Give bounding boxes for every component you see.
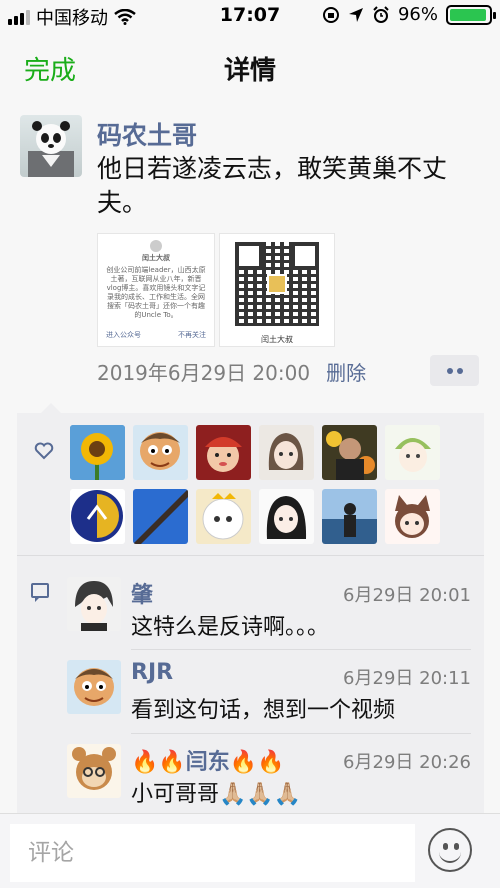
more-actions-button[interactable] xyxy=(430,355,479,386)
profile-card-footer-right: 不再关注 xyxy=(178,331,206,339)
profile-card-desc: 创业公司前端leader，山西太原土著，互联网从业八年，新晋vlog博主。喜欢用… xyxy=(106,266,206,319)
profile-card-footer-left: 进入公众号 xyxy=(106,331,141,339)
comment-input[interactable] xyxy=(10,824,415,882)
comment-time: 6月29日 20:11 xyxy=(343,668,471,689)
alarm-icon xyxy=(373,5,389,23)
comment-text: 这特么是反诗啊。。。 xyxy=(131,615,330,640)
comment-divider xyxy=(131,733,471,734)
qrcode-icon xyxy=(235,242,319,326)
rotation-lock-icon xyxy=(322,6,339,23)
comment-divider xyxy=(131,649,471,650)
like-avatar-seaside-man[interactable] xyxy=(322,489,377,544)
battery-percent: 96% xyxy=(397,4,438,25)
profile-card-footer: 进入公众号 不再关注 xyxy=(106,330,206,340)
battery-fill xyxy=(450,8,487,21)
comment-avatar[interactable] xyxy=(67,744,121,798)
comment-author[interactable]: 🔥🔥闫东🔥🔥 xyxy=(131,744,285,776)
navigation-bar: 完成 详情 xyxy=(0,34,500,100)
like-avatar-cat-girl[interactable] xyxy=(385,489,440,544)
delete-button[interactable]: 删除 xyxy=(326,357,366,386)
comment-author[interactable]: 肇 xyxy=(131,577,153,609)
like-avatar-baby-costume[interactable] xyxy=(196,425,251,480)
status-bar: 中国移动 17:07 96% xyxy=(0,0,500,34)
battery-icon xyxy=(446,4,496,25)
post-meta: 2019年6月29日 20:00 删除 xyxy=(97,357,366,386)
like-avatar-anime-boy[interactable] xyxy=(385,425,440,480)
post-image-qrcode[interactable]: 闰土大叔 xyxy=(219,233,335,347)
comment-time: 6月29日 20:01 xyxy=(343,585,471,606)
status-right: 96% xyxy=(322,4,496,25)
author-name[interactable]: 码农土哥 xyxy=(97,116,197,152)
comment-text: 小可哥哥🙏🏼🙏🏼🙏🏼 xyxy=(131,782,302,807)
like-avatar-anime-girl[interactable] xyxy=(259,489,314,544)
comment-item[interactable]: 肇 6月29日 20:01 这特么是反诗啊。。。 xyxy=(65,577,471,640)
comment-icon xyxy=(31,583,49,602)
emoji-icon[interactable] xyxy=(428,828,472,872)
comment-item[interactable]: 🔥🔥闫东🔥🔥 6月29日 20:26 小可哥哥🙏🏼🙏🏼🙏🏼 xyxy=(65,744,471,807)
heart-icon xyxy=(34,441,54,465)
comment-avatar[interactable] xyxy=(67,577,121,631)
page-title: 详情 xyxy=(223,56,276,86)
location-arrow-icon xyxy=(348,7,363,22)
comment-time: 6月29日 20:26 xyxy=(343,752,471,773)
like-avatar-blue-logo[interactable] xyxy=(70,489,125,544)
author-avatar[interactable] xyxy=(20,115,82,177)
comment-input-bar xyxy=(0,813,500,888)
like-avatar-cartoon-boy[interactable] xyxy=(133,425,188,480)
post-image-profile-card[interactable]: 闰土大叔 创业公司前端leader，山西太原土著，互联网从业八年，新晋vlog博… xyxy=(97,233,215,347)
post-text: 他日若遂凌云志，敢笑黄巢不丈夫。 xyxy=(97,154,448,217)
profile-card-logo xyxy=(150,240,162,252)
comment-author[interactable]: RJR xyxy=(131,660,173,685)
comment-avatar[interactable] xyxy=(67,660,121,714)
like-avatar-sketch-girl[interactable] xyxy=(259,425,314,480)
comment-text: 看到这句话，想到一个视频 xyxy=(131,698,396,723)
like-avatar-lamb-cartoon[interactable] xyxy=(196,489,251,544)
post-timestamp: 2019年6月29日 20:00 xyxy=(97,361,311,385)
comment-item[interactable]: RJR 6月29日 20:11 看到这句话，想到一个视频 xyxy=(65,660,471,723)
qrcode-caption: 闰土大叔 xyxy=(261,335,293,344)
like-avatar-bridge-photo[interactable] xyxy=(133,489,188,544)
like-avatar-sunflower[interactable] xyxy=(70,425,125,480)
like-avatar-man-with-flowers[interactable] xyxy=(322,425,377,480)
likes-comments-panel: 肇 6月29日 20:01 这特么是反诗啊。。。 RJR 6月29日 20:11… xyxy=(17,403,484,813)
profile-card-title: 闰土大叔 xyxy=(142,254,170,262)
likes-divider xyxy=(17,555,484,556)
panda-icon xyxy=(28,121,74,177)
